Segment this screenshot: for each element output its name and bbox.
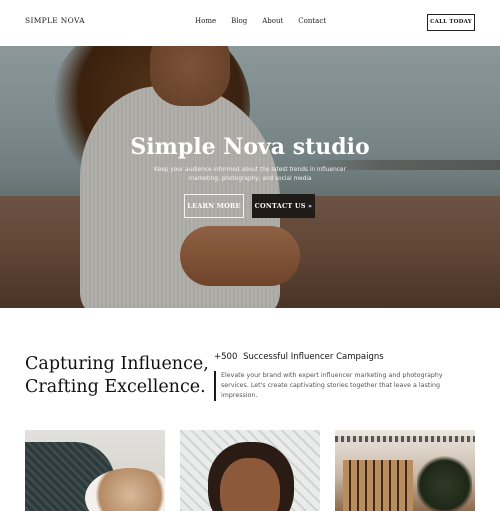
- gallery-image-portrait[interactable]: [180, 430, 320, 511]
- interior-plant: [417, 455, 472, 511]
- gallery-image-interior[interactable]: [335, 430, 475, 511]
- site-header: SIMPLE NOVA Home Blog About Contact CALL…: [0, 0, 500, 46]
- section-description: Elevate your brand with expert influence…: [214, 371, 469, 401]
- campaign-stat: +500 Successful Influencer Campaigns: [214, 352, 384, 362]
- brand-logo[interactable]: SIMPLE NOVA: [25, 16, 85, 25]
- section-headline: Capturing Influence, Crafting Excellence…: [25, 353, 215, 399]
- portrait-face: [220, 458, 280, 511]
- learn-more-button[interactable]: LEARN MORE: [184, 194, 244, 218]
- hero-title: Simple Nova studio: [130, 134, 370, 160]
- hero-section: Simple Nova studio Keep your audience in…: [0, 46, 500, 308]
- call-today-button[interactable]: CALL TODAY: [427, 14, 475, 31]
- stat-number: +500: [214, 352, 238, 362]
- gallery-image-coffee[interactable]: [25, 430, 165, 511]
- nav-item-about[interactable]: About: [262, 17, 283, 25]
- hero-subtitle: Keep your audience informed about the la…: [154, 167, 346, 182]
- nav-item-contact[interactable]: Contact: [298, 17, 326, 25]
- interior-ceiling-beam: [335, 436, 475, 442]
- headline-line-2: Crafting Excellence.: [25, 377, 206, 397]
- headline-line-1: Capturing Influence,: [25, 354, 209, 374]
- nav-item-home[interactable]: Home: [195, 17, 216, 25]
- contact-us-button[interactable]: CONTACT US »: [252, 194, 315, 218]
- main-nav: Home Blog About Contact: [195, 17, 341, 25]
- interior-window: [343, 460, 413, 511]
- stat-label: Successful Influencer Campaigns: [243, 352, 384, 362]
- nav-item-blog[interactable]: Blog: [231, 17, 247, 25]
